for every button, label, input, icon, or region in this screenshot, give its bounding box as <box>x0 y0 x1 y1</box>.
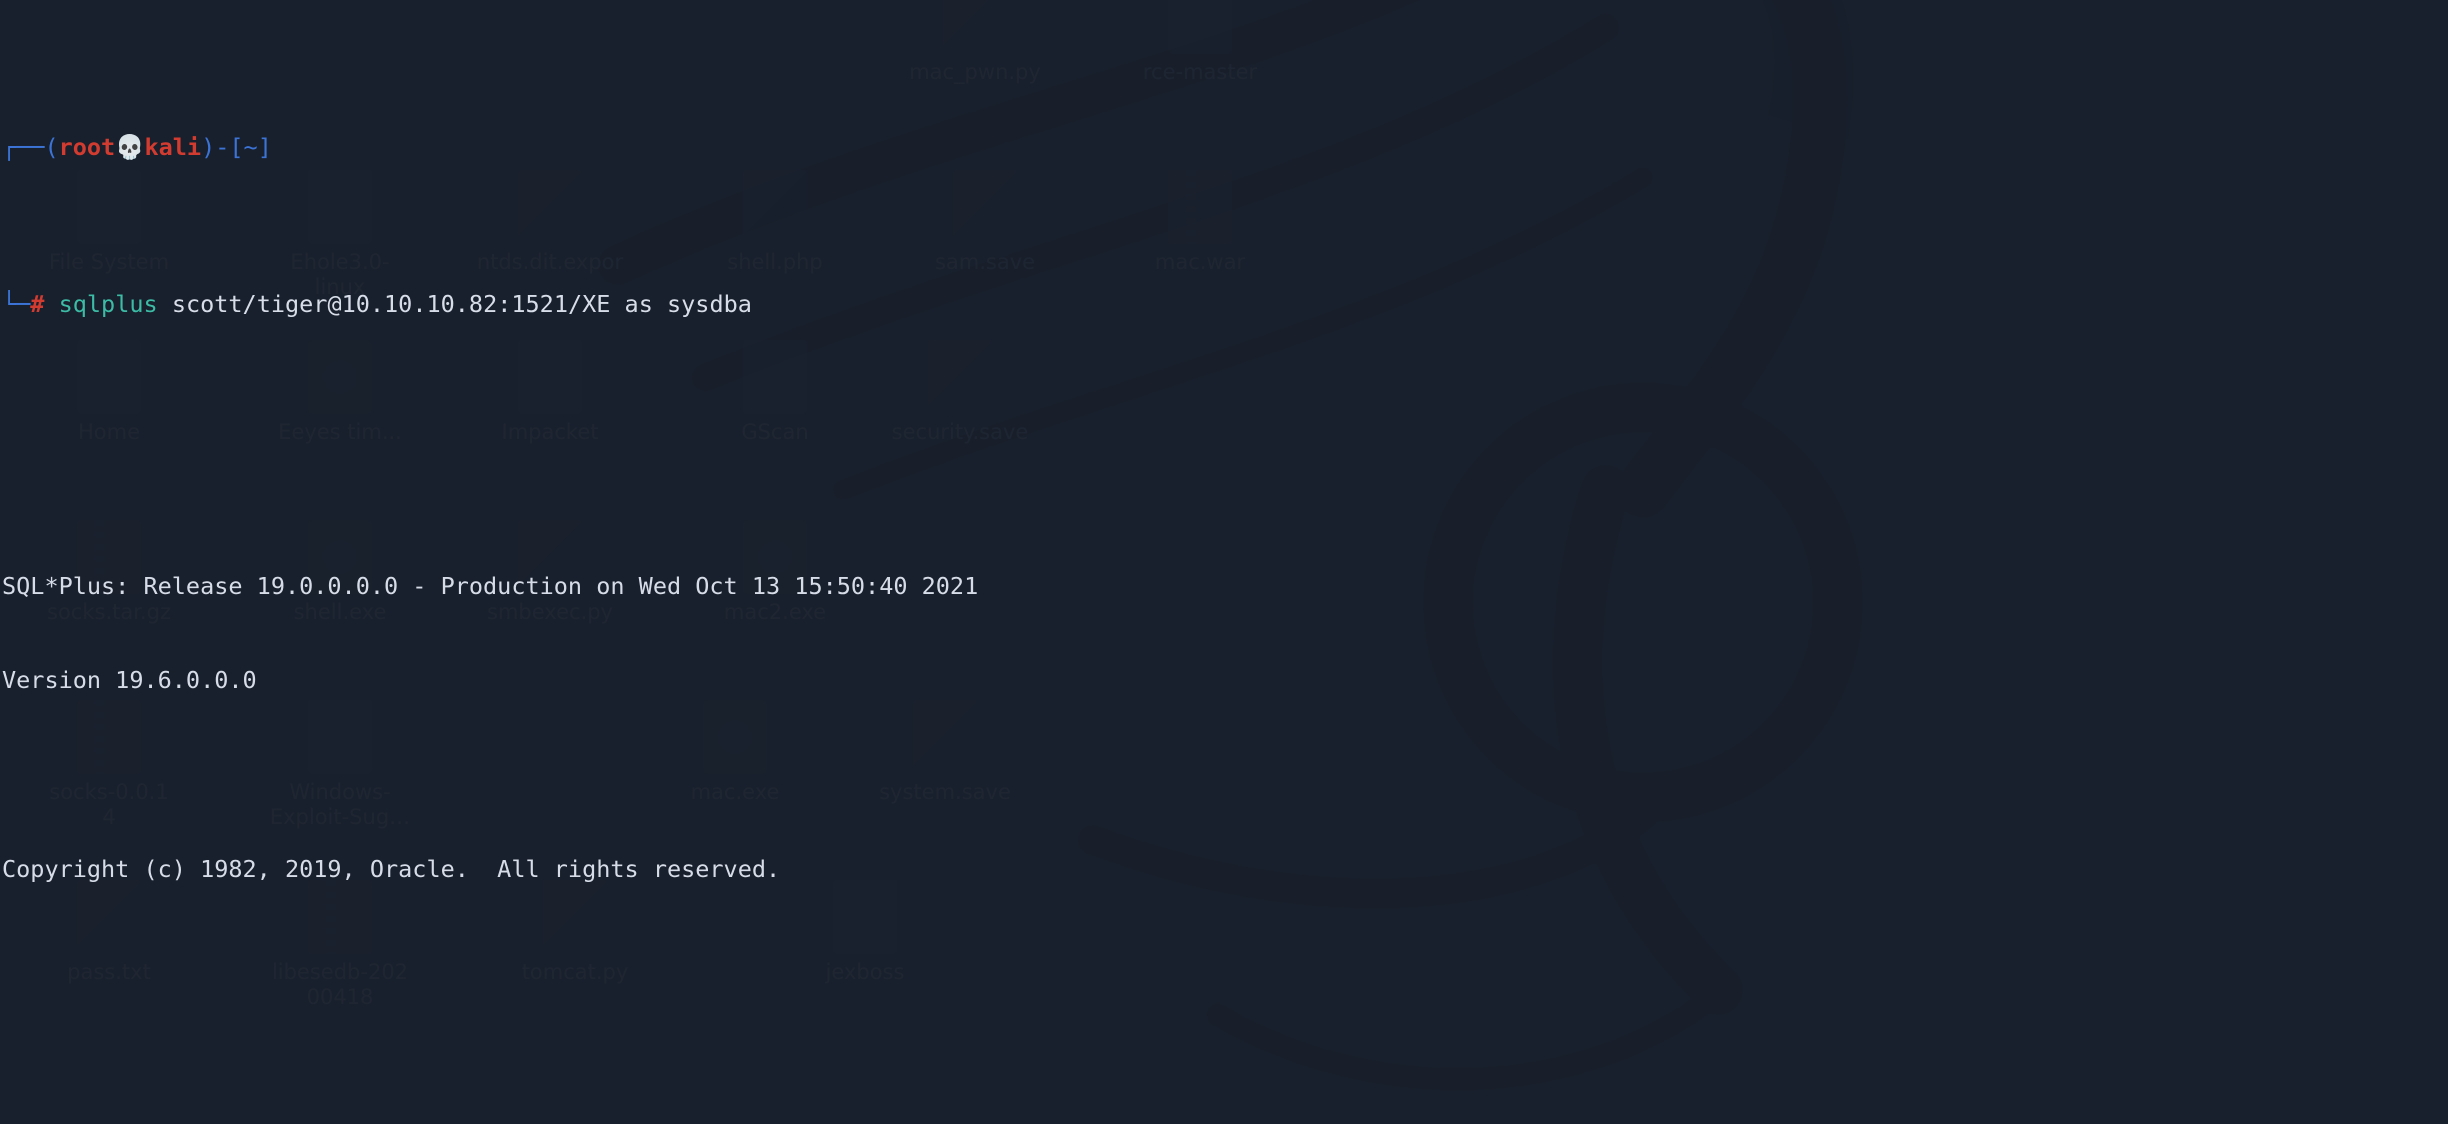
terminal-window[interactable]: ┌──(root💀kali)-[~] └─# sqlplus scott/tig… <box>0 0 2448 1124</box>
prompt-corner-bottom: └─ <box>2 289 31 318</box>
prompt-host: kali <box>144 132 202 161</box>
prompt-open-paren: ( <box>44 132 59 161</box>
banner-line-2 <box>0 760 1035 791</box>
banner-line-5 <box>0 1042 1035 1073</box>
skull-icon: 💀 <box>115 132 145 161</box>
terminal-output: ┌──(root💀kali)-[~] └─# sqlplus scott/tig… <box>0 0 1035 1124</box>
command-line[interactable]: └─# sqlplus scott/tiger@10.10.10.82:1521… <box>0 289 1035 320</box>
prompt-line-top: ┌──(root💀kali)-[~] <box>0 132 1035 163</box>
prompt-corner-top: ┌── <box>2 132 45 161</box>
banner-line-3: Copyright (c) 1982, 2019, Oracle. All ri… <box>2 854 781 883</box>
banner-line-0: SQL*Plus: Release 19.0.0.0.0 - Productio… <box>2 572 979 601</box>
prompt-user: root <box>58 132 116 161</box>
prompt-close-paren: ) <box>201 132 216 161</box>
command-arguments: scott/tiger@10.10.10.82:1521/XE as sysdb… <box>171 289 752 318</box>
prompt-open-bracket: [ <box>229 132 244 161</box>
screen: File SystemEhole3.0- linuxntds.dit.expor… <box>0 0 2448 1124</box>
prompt-symbol: # <box>30 289 45 318</box>
banner-line-4 <box>0 948 1035 979</box>
prompt-cwd: ~ <box>243 132 258 161</box>
prompt-close-bracket: ] <box>257 132 272 161</box>
command-program: sqlplus <box>58 289 158 318</box>
prompt-dash: - <box>215 132 230 161</box>
banner-line-1: Version 19.6.0.0.0 <box>2 666 257 695</box>
